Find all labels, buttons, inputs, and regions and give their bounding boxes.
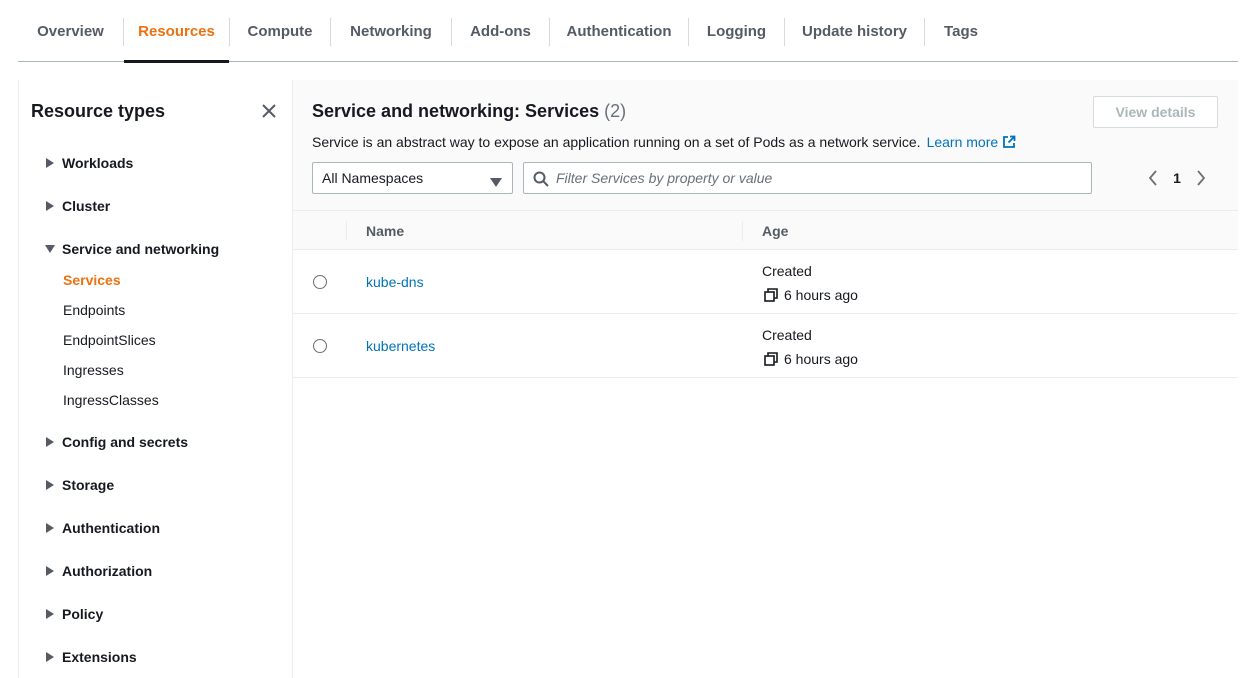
services-header: Service and networking: Services (2) Vie… [293,80,1238,211]
service-name-link[interactable]: kube-dns [366,274,424,290]
caret-right-icon [43,564,57,578]
sidebar-item-endpointslices[interactable]: EndpointSlices [63,332,156,348]
caret-right-icon [43,478,57,492]
tab-networking[interactable]: Networking [331,0,451,62]
column-header-age[interactable]: Age [762,211,788,250]
sidebar-group-config-and-secrets[interactable]: Config and secrets [43,432,188,452]
tab-resources[interactable]: Resources [124,0,229,63]
sidebar-group-label: Config and secrets [62,434,189,450]
age-text: 6 hours ago [784,287,858,303]
external-link-icon [1002,135,1016,152]
sidebar-group-label: Extensions [62,649,137,665]
learn-more-link[interactable]: Learn more [927,134,1017,150]
page-description: Service is an abstract way to expose an … [312,134,1016,152]
sidebar-group-storage[interactable]: Storage [43,475,114,495]
column-header-name[interactable]: Name [366,211,404,250]
description-text: Service is an abstract way to expose an … [312,134,921,150]
age-text: 6 hours ago [784,351,858,367]
namespace-select-value: All Namespaces [322,170,424,186]
sidebar-title: Resource types [31,101,166,121]
sidebar-group-label: Storage [62,477,115,493]
tab-compute[interactable]: Compute [230,0,330,62]
search-icon [533,171,549,192]
sidebar-group-policy[interactable]: Policy [43,604,103,624]
sidebar-group-label: Policy [62,606,104,622]
copy-icon[interactable] [764,352,778,366]
filter-search-box [523,162,1092,194]
learn-more-label: Learn more [926,134,999,150]
service-name-link[interactable]: kubernetes [366,338,435,354]
copy-icon[interactable] [764,288,778,302]
sidebar-group-extensions[interactable]: Extensions [43,647,137,667]
view-details-button[interactable]: View details [1093,96,1218,128]
column-divider [346,221,347,241]
table-header: Name Age [293,211,1238,250]
row-select-radio[interactable] [313,275,327,289]
caret-right-icon [43,607,57,621]
resource-types-panel: Resource types Workloads Cluster Service… [18,80,293,678]
sidebar-group-label: Workloads [62,155,134,171]
sidebar-group-authentication[interactable]: Authentication [43,518,160,538]
page-title: Service and networking: Services (2) [312,101,626,122]
sidebar-item-services[interactable]: Services [63,272,121,288]
table-row[interactable]: kube-dns Created 6 hours ago [293,250,1238,314]
age-label: Created [762,327,812,343]
age-label: Created [762,263,812,279]
sidebar-group-label: Authentication [62,520,160,536]
tab-authentication[interactable]: Authentication [550,0,688,62]
sidebar-group-authorization[interactable]: Authorization [43,561,152,581]
services-panel: Service and networking: Services (2) Vie… [293,80,1238,678]
sidebar-item-ingressclasses[interactable]: IngressClasses [63,392,159,408]
column-divider [742,221,743,241]
resource-tabs: Overview Resources Compute Networking Ad… [18,0,1238,63]
sidebar-group-workloads[interactable]: Workloads [43,153,133,173]
tab-logging[interactable]: Logging [689,0,784,62]
row-select-radio[interactable] [313,339,327,353]
sidebar-item-ingresses[interactable]: Ingresses [63,362,124,378]
item-count: (2) [604,101,627,121]
tab-overview[interactable]: Overview [18,0,123,62]
filter-services-input[interactable] [556,163,1076,193]
close-icon[interactable] [258,100,280,122]
sidebar-group-label: Service and networking [62,241,220,257]
dropdown-caret-icon [490,174,502,190]
tab-update-history[interactable]: Update history [785,0,924,62]
caret-right-icon [43,156,57,170]
caret-right-icon [43,199,57,213]
tab-add-ons[interactable]: Add-ons [452,0,549,62]
sidebar-group-label: Cluster [62,198,111,214]
table-row[interactable]: kubernetes Created 6 hours ago [293,314,1238,378]
chevron-left-icon[interactable] [1143,168,1163,188]
caret-right-icon [43,521,57,535]
chevron-right-icon[interactable] [1191,168,1211,188]
pagination: 1 [1143,168,1211,188]
sidebar-group-cluster[interactable]: Cluster [43,196,110,216]
page-number[interactable]: 1 [1163,170,1191,186]
sidebar-group-service-and-networking[interactable]: Service and networking [43,239,219,259]
age-value: 6 hours ago [764,287,858,303]
namespace-select[interactable]: All Namespaces [312,162,513,194]
page-title-text: Service and networking: Services [312,101,600,121]
sidebar-group-label: Authorization [62,563,153,579]
caret-right-icon [43,435,57,449]
tab-tags[interactable]: Tags [925,0,997,62]
age-value: 6 hours ago [764,351,858,367]
sidebar-item-endpoints[interactable]: Endpoints [63,302,125,318]
caret-right-icon [43,650,57,664]
caret-down-icon [43,242,57,256]
